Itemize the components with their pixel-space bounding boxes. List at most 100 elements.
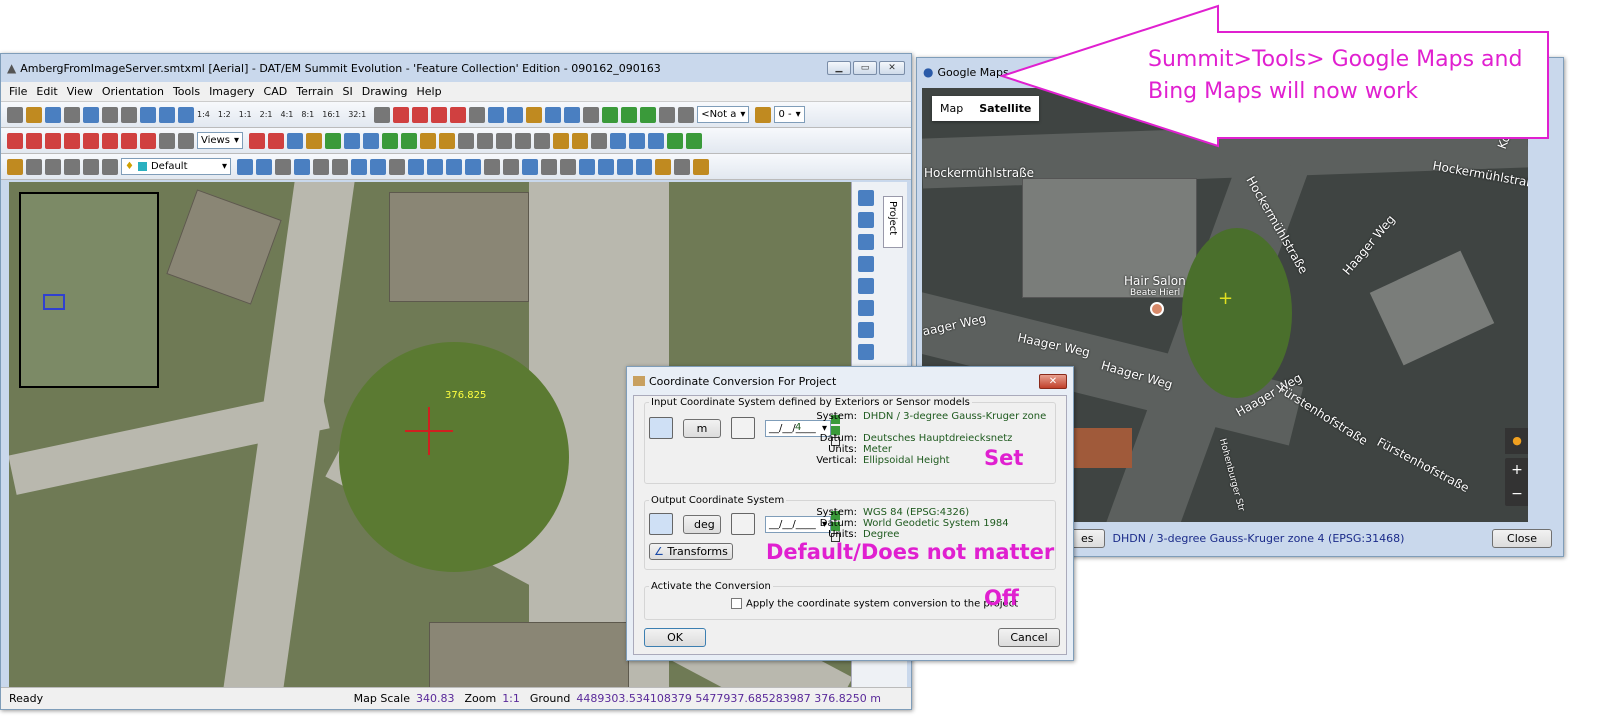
- map-toggle[interactable]: Map: [932, 96, 971, 121]
- text-style-icon[interactable]: [522, 158, 538, 175]
- grid-icon[interactable]: [649, 513, 673, 535]
- page-icon[interactable]: [26, 158, 42, 175]
- edit-icon[interactable]: [507, 106, 524, 123]
- scatter-icon[interactable]: [465, 158, 481, 175]
- output-units-button[interactable]: deg: [683, 514, 721, 534]
- grid-icon[interactable]: [649, 417, 673, 439]
- redo-icon[interactable]: [560, 158, 576, 175]
- cursor-icon[interactable]: [598, 158, 614, 175]
- dialog-close-button[interactable]: ✕: [1039, 373, 1067, 389]
- vertex-icon[interactable]: [370, 158, 386, 175]
- open-folder-icon[interactable]: [26, 106, 42, 123]
- cancel-button[interactable]: Cancel: [998, 628, 1060, 647]
- table-icon[interactable]: [457, 132, 474, 149]
- new-file-icon[interactable]: [7, 106, 23, 123]
- grid-icon[interactable]: [564, 106, 581, 123]
- monitor-icon[interactable]: [286, 132, 303, 149]
- menu-cad[interactable]: CAD: [264, 85, 288, 98]
- attribute-icon[interactable]: [579, 158, 595, 175]
- crs-button[interactable]: es: [1070, 528, 1105, 548]
- apply-conversion-row[interactable]: Apply the coordinate system conversion t…: [731, 598, 1018, 610]
- zoom-ratio-32-1[interactable]: 32:1: [348, 110, 366, 119]
- pegman-icon[interactable]: ●: [1505, 428, 1528, 454]
- right-angle-icon[interactable]: [256, 158, 272, 175]
- camera-icon[interactable]: [102, 106, 118, 123]
- window-icon[interactable]: [159, 132, 175, 149]
- filter-icon[interactable]: [476, 132, 493, 149]
- line-2d-icon[interactable]: [858, 234, 874, 250]
- pointer-icon[interactable]: [533, 132, 550, 149]
- doc-icon[interactable]: [647, 132, 664, 149]
- print-icon[interactable]: [83, 158, 99, 175]
- minimize-button[interactable]: ▁: [827, 61, 851, 75]
- summit-titlebar[interactable]: ▲ AmbergFromImageServer.smtxml [Aerial] …: [1, 54, 911, 82]
- z-icon[interactable]: [693, 158, 709, 175]
- zoom-ratio-1-1[interactable]: 1:1: [239, 110, 252, 119]
- palette-icon[interactable]: [755, 106, 772, 123]
- mark-icon[interactable]: [571, 132, 588, 149]
- eo-icon[interactable]: [45, 132, 61, 149]
- bar-chart-icon[interactable]: [640, 106, 657, 123]
- ruler-icon[interactable]: [526, 106, 543, 123]
- node-icon[interactable]: [351, 158, 367, 175]
- apply-conversion-checkbox[interactable]: [731, 598, 742, 609]
- break-icon[interactable]: [389, 158, 405, 175]
- measure-alt-icon[interactable]: [362, 132, 379, 149]
- zoom-ratio-1-2[interactable]: 1:2: [218, 110, 231, 119]
- arc-icon[interactable]: [294, 158, 310, 175]
- record-icon[interactable]: [419, 132, 436, 149]
- overview-inset[interactable]: [19, 192, 159, 388]
- save-alt-icon[interactable]: [64, 158, 80, 175]
- menu-si[interactable]: SI: [342, 85, 352, 98]
- link-icon[interactable]: [343, 132, 360, 149]
- window-alt-icon[interactable]: [617, 158, 633, 175]
- hand-icon[interactable]: [514, 132, 531, 149]
- brush-icon[interactable]: [666, 132, 683, 149]
- close-button[interactable]: ✕: [879, 61, 905, 75]
- network-icon[interactable]: [858, 212, 874, 228]
- gmaps-close-button[interactable]: Close: [1492, 528, 1552, 548]
- zoom-ratio-8-1[interactable]: 8:1: [301, 110, 314, 119]
- undo-icon[interactable]: [541, 158, 557, 175]
- list-icon[interactable]: [374, 106, 391, 123]
- hatch-icon[interactable]: [305, 132, 322, 149]
- save-icon[interactable]: [45, 106, 61, 123]
- zoom-out-icon[interactable]: [159, 106, 175, 123]
- angle-2d-icon[interactable]: [858, 300, 874, 316]
- zoom-ratio-16-1[interactable]: 16:1: [322, 110, 340, 119]
- stack-icon[interactable]: [590, 132, 607, 149]
- copy-icon[interactable]: [674, 158, 690, 175]
- orientation-icon[interactable]: [83, 132, 99, 149]
- globe-icon[interactable]: [545, 106, 562, 123]
- triangle-icon[interactable]: [121, 106, 137, 123]
- project-tab[interactable]: Project: [883, 196, 903, 248]
- align-icon[interactable]: [636, 158, 652, 175]
- feature-icon[interactable]: [248, 132, 265, 149]
- zero-combo[interactable]: 0 - ▾: [774, 106, 805, 123]
- route-icon[interactable]: [685, 132, 702, 149]
- zoom-out-button[interactable]: −: [1505, 482, 1528, 506]
- play-icon[interactable]: [400, 132, 417, 149]
- curve-icon[interactable]: [313, 158, 329, 175]
- menu-view[interactable]: View: [67, 85, 93, 98]
- maximize-button[interactable]: ▭: [853, 61, 877, 75]
- menu-orientation[interactable]: Orientation: [102, 85, 164, 98]
- layers-icon[interactable]: [583, 106, 600, 123]
- not-combo[interactable]: <Not a ▾: [697, 106, 750, 123]
- ok-button[interactable]: OK: [644, 628, 706, 647]
- dialog-titlebar[interactable]: Coordinate Conversion For Project ✕: [627, 367, 1073, 395]
- transforms-button[interactable]: ∠ Transforms: [649, 543, 733, 560]
- measure-icon[interactable]: [469, 106, 486, 123]
- highlight-icon[interactable]: [552, 132, 569, 149]
- extend-icon[interactable]: [408, 158, 424, 175]
- vertical-icon[interactable]: [731, 513, 755, 535]
- line-3d-icon[interactable]: [858, 322, 874, 338]
- feature-alt-icon[interactable]: [267, 132, 284, 149]
- zoom-ratio-1-4[interactable]: 1:4: [197, 110, 210, 119]
- menu-help[interactable]: Help: [416, 85, 441, 98]
- settings-icon[interactable]: [64, 106, 80, 123]
- ie-icon[interactable]: [26, 132, 42, 149]
- spline-icon[interactable]: [275, 158, 291, 175]
- flag-icon[interactable]: [621, 106, 638, 123]
- tool-icon[interactable]: [393, 106, 410, 123]
